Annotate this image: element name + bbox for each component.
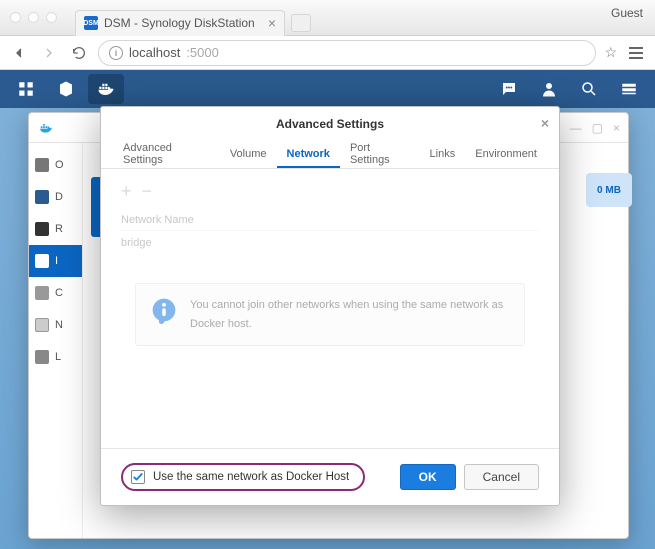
tab-links[interactable]: Links [420,141,466,168]
sidebar-item-label: N [55,319,63,331]
sidebar-item-container[interactable]: I [29,245,82,277]
docker-sidebar: O D R I C N L [29,143,83,538]
dsm-main-menu-button[interactable] [8,74,44,104]
dsm-docker-button[interactable] [88,74,124,104]
dsm-taskbar [0,70,655,108]
tab-title: DSM - Synology DiskStation [104,16,255,30]
window-maximize-icon[interactable]: ▢ [592,121,603,135]
window-minimize-icon[interactable]: — [570,121,582,135]
memory-badge: 0 MB [586,173,632,207]
sidebar-item-other[interactable]: L [29,341,82,373]
site-info-icon[interactable]: i [109,46,123,60]
whale-icon [97,80,115,98]
dialog-title: Advanced Settings [276,117,384,131]
traffic-light-zoom[interactable] [46,12,57,23]
dialog-close-button[interactable]: × [541,115,549,131]
dialog-footer: Use the same network as Docker Host OK C… [101,448,559,505]
sidebar-item-label: R [55,223,63,235]
bookmark-star-icon[interactable]: ☆ [604,44,617,61]
dsm-widgets-button[interactable] [611,74,647,104]
window-controls [10,12,57,23]
tab-environment[interactable]: Environment [465,141,547,168]
profile-label[interactable]: Guest [611,6,643,20]
network-table-header: Network Name [121,210,539,231]
browser-titlebar: DSM DSM - Synology DiskStation × Guest [0,0,655,36]
dialog-body: + − Network Name bridge You cannot join … [101,169,559,448]
browser-menu-button[interactable] [625,47,647,59]
tab-port-settings[interactable]: Port Settings [340,141,420,168]
tab-favicon: DSM [84,16,98,30]
sidebar-item-label: D [55,191,63,203]
new-tab-button[interactable] [291,14,311,32]
sidebar-item-network[interactable]: N [29,309,82,341]
remove-network-button: − [142,181,153,202]
whale-icon [37,121,55,135]
sidebar-item-image[interactable]: R [29,213,82,245]
dsm-user-button[interactable] [531,74,567,104]
sidebar-item-log[interactable]: C [29,277,82,309]
same-network-checkbox[interactable]: Use the same network as Docker Host [121,463,365,491]
network-table-row: bridge [121,231,539,255]
dsm-desktop: — ▢ × O D R I C N L 0 MB Advanced Settin [0,108,655,549]
dsm-notifications-button[interactable] [491,74,527,104]
dsm-search-button[interactable] [571,74,607,104]
url-port: :5000 [186,45,219,60]
ok-button[interactable]: OK [400,464,456,490]
sidebar-item-label: C [55,287,63,299]
tab-volume[interactable]: Volume [220,141,277,168]
sidebar-item-label: I [55,255,58,267]
tab-advanced-settings[interactable]: Advanced Settings [113,141,220,168]
browser-tab[interactable]: DSM DSM - Synology DiskStation × [75,10,285,36]
traffic-light-close[interactable] [10,12,21,23]
cancel-button[interactable]: Cancel [464,464,539,490]
memory-badge-label: 0 MB [597,185,621,196]
info-text: You cannot join other networks when usin… [190,296,510,333]
checkbox-label: Use the same network as Docker Host [153,471,349,483]
advanced-settings-dialog: Advanced Settings × Advanced Settings Vo… [100,106,560,506]
add-network-button: + [121,181,132,202]
window-close-icon[interactable]: × [613,121,620,135]
tab-close-icon[interactable]: × [268,15,276,31]
checkbox-icon [131,470,145,484]
info-icon [150,296,178,324]
tab-network[interactable]: Network [277,141,340,168]
nav-back-button[interactable] [8,42,30,64]
info-callout: You cannot join other networks when usin… [135,283,525,346]
dialog-titlebar: Advanced Settings × [101,107,559,141]
url-host: localhost [129,45,180,60]
address-bar[interactable]: i localhost :5000 [98,40,596,66]
sidebar-item-overview[interactable]: O [29,149,82,181]
dialog-tabs: Advanced Settings Volume Network Port Se… [101,141,559,169]
sidebar-item-label: L [55,351,61,363]
sidebar-item-registry[interactable]: D [29,181,82,213]
nav-forward-button[interactable] [38,42,60,64]
nav-reload-button[interactable] [68,42,90,64]
sidebar-item-label: O [55,159,64,171]
traffic-light-minimize[interactable] [28,12,39,23]
dsm-package-center-button[interactable] [48,74,84,104]
browser-toolbar: i localhost :5000 ☆ [0,36,655,70]
